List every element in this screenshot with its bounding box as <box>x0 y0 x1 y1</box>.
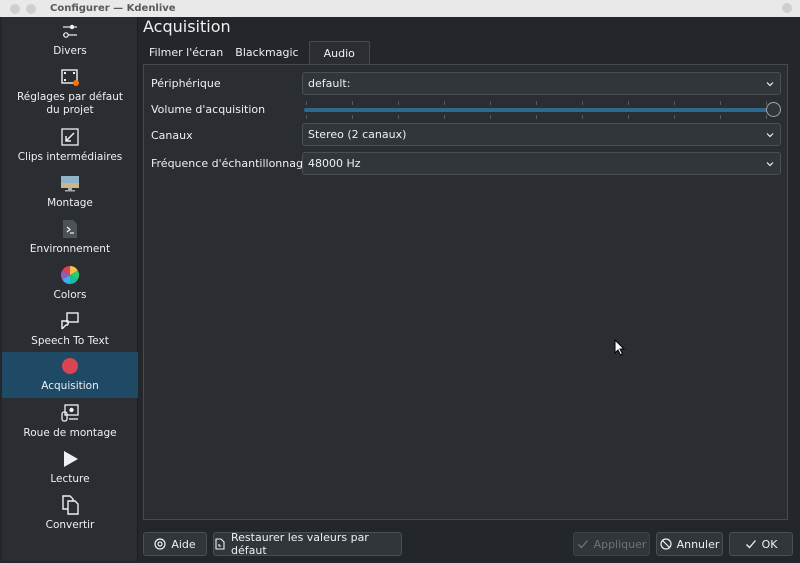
sidebar-item-label: Convertir <box>45 519 95 531</box>
sidebar-item-label: Montage <box>47 197 93 209</box>
sidebar-item-label: Roue de montage <box>23 427 117 439</box>
monitor-icon <box>60 173 80 193</box>
jog-shuttle-icon <box>60 403 80 423</box>
sidebar-item-colors[interactable]: Colors <box>2 265 138 308</box>
slider-tick <box>674 115 675 119</box>
tab-blackmagic[interactable]: Blackmagic <box>229 41 304 65</box>
slider-tick <box>536 115 537 119</box>
device-label: Périphérique <box>151 77 221 90</box>
play-icon <box>60 449 80 469</box>
sidebar-item-divers[interactable]: Divers <box>2 21 138 64</box>
slider-tick <box>490 115 491 119</box>
sidebar-item-label: Acquisition <box>41 380 99 392</box>
tab-bar: Filmer l'écran Blackmagic Audio <box>143 41 370 65</box>
document-revert-icon <box>214 538 226 550</box>
terminal-icon <box>60 219 80 239</box>
slider-tick <box>306 115 307 119</box>
samplerate-value: 48000 Hz <box>308 157 361 170</box>
sidebar-item-speech-to-text[interactable]: Speech To Text <box>2 311 138 354</box>
ok-button[interactable]: OK <box>729 532 793 556</box>
slider-tick <box>444 101 445 105</box>
samplerate-select[interactable]: 48000 Hz <box>302 152 781 175</box>
sidebar-item-label: Speech To Text <box>31 335 109 347</box>
sidebar-item-project-defaults[interactable]: Réglages par défaut du projet <box>2 67 138 123</box>
sidebar-item-convertir[interactable]: Convertir <box>2 495 138 538</box>
slider-tick <box>352 115 353 119</box>
sidebar-item-acquisition[interactable]: Acquisition <box>2 352 138 398</box>
apply-button[interactable]: Appliquer <box>573 532 650 556</box>
volume-slider-handle[interactable] <box>766 102 781 117</box>
sidebar-item-environment[interactable]: Environnement <box>2 219 138 262</box>
sidebar-item-label: Clips intermédiaires <box>17 151 123 163</box>
page-title: Acquisition <box>143 17 231 36</box>
slider-tick <box>582 101 583 105</box>
help-button[interactable]: Aide <box>143 532 207 556</box>
slider-tick <box>536 101 537 105</box>
slider-tick <box>720 115 721 119</box>
copy-icon <box>60 495 80 515</box>
color-wheel-icon <box>60 265 80 285</box>
slider-tick <box>628 115 629 119</box>
slider-tick <box>766 115 767 119</box>
chevron-down-icon <box>766 133 774 138</box>
sidebar-item-lecture[interactable]: Lecture <box>2 449 138 492</box>
sidebar-item-label: Lecture <box>50 473 90 485</box>
slider-tick <box>628 101 629 105</box>
sliders-icon <box>60 21 80 41</box>
slider-tick <box>674 101 675 105</box>
apply-button-label: Appliquer <box>593 537 647 551</box>
audio-settings-panel: Périphérique default: Volume d'acquisiti… <box>143 64 788 520</box>
channels-select[interactable]: Stereo (2 canaux) <box>302 123 781 146</box>
sidebar-item-montage[interactable]: Montage <box>2 173 138 216</box>
window-titlebar: Configurer — Kdenlive <box>0 0 800 17</box>
window-close-icon[interactable] <box>10 3 20 14</box>
device-value: default: <box>308 77 351 90</box>
checkmark-icon <box>577 538 589 550</box>
help-icon <box>154 538 166 550</box>
slider-tick <box>352 101 353 105</box>
film-settings-icon <box>60 67 80 87</box>
proxy-clips-icon <box>60 127 80 147</box>
mouse-cursor-icon <box>614 339 626 356</box>
cancel-button[interactable]: Annuler <box>656 532 723 556</box>
chevron-down-icon <box>766 82 774 87</box>
tab-screen-capture[interactable]: Filmer l'écran <box>143 41 229 65</box>
slider-tick <box>398 101 399 105</box>
tab-audio[interactable]: Audio <box>308 41 370 65</box>
volume-slider[interactable] <box>302 101 781 119</box>
ok-button-label: OK <box>761 537 778 551</box>
restore-defaults-button[interactable]: Restaurer les valeurs par défaut <box>213 531 402 557</box>
slider-tick <box>398 115 399 119</box>
window-maximize-icon[interactable] <box>782 3 792 13</box>
slider-tick <box>490 101 491 105</box>
slider-tick <box>720 101 721 105</box>
checkmark-icon <box>745 538 757 550</box>
volume-label: Volume d'acquisition <box>151 103 266 116</box>
window-title: Configurer — Kdenlive <box>50 3 176 14</box>
cancel-icon <box>659 538 672 550</box>
device-select[interactable]: default: <box>302 72 781 95</box>
sidebar-item-proxy[interactable]: Clips intermédiaires <box>2 127 138 170</box>
chevron-down-icon <box>766 162 774 167</box>
settings-sidebar: Divers Réglages par défaut du projet Cli… <box>2 17 138 561</box>
channels-value: Stereo (2 canaux) <box>308 128 407 141</box>
cancel-button-label: Annuler <box>676 537 720 551</box>
samplerate-label: Fréquence d'échantillonnage <box>151 157 310 170</box>
record-icon <box>60 356 80 376</box>
restore-defaults-label: Restaurer les valeurs par défaut <box>231 531 369 557</box>
slider-tick <box>306 101 307 105</box>
sidebar-item-jog-shuttle[interactable]: Roue de montage <box>2 403 138 446</box>
help-button-label: Aide <box>171 537 196 551</box>
sidebar-item-label: Environnement <box>29 243 111 255</box>
slider-tick <box>444 115 445 119</box>
slider-tick <box>582 115 583 119</box>
sidebar-item-label: Colors <box>53 289 87 301</box>
volume-slider-track <box>304 108 771 112</box>
sidebar-item-label: Divers <box>53 45 87 57</box>
sidebar-item-label: Réglages par défaut du projet <box>16 91 123 116</box>
speech-icon <box>60 311 80 331</box>
window-minimize-icon[interactable] <box>26 3 36 14</box>
channels-label: Canaux <box>151 129 193 142</box>
